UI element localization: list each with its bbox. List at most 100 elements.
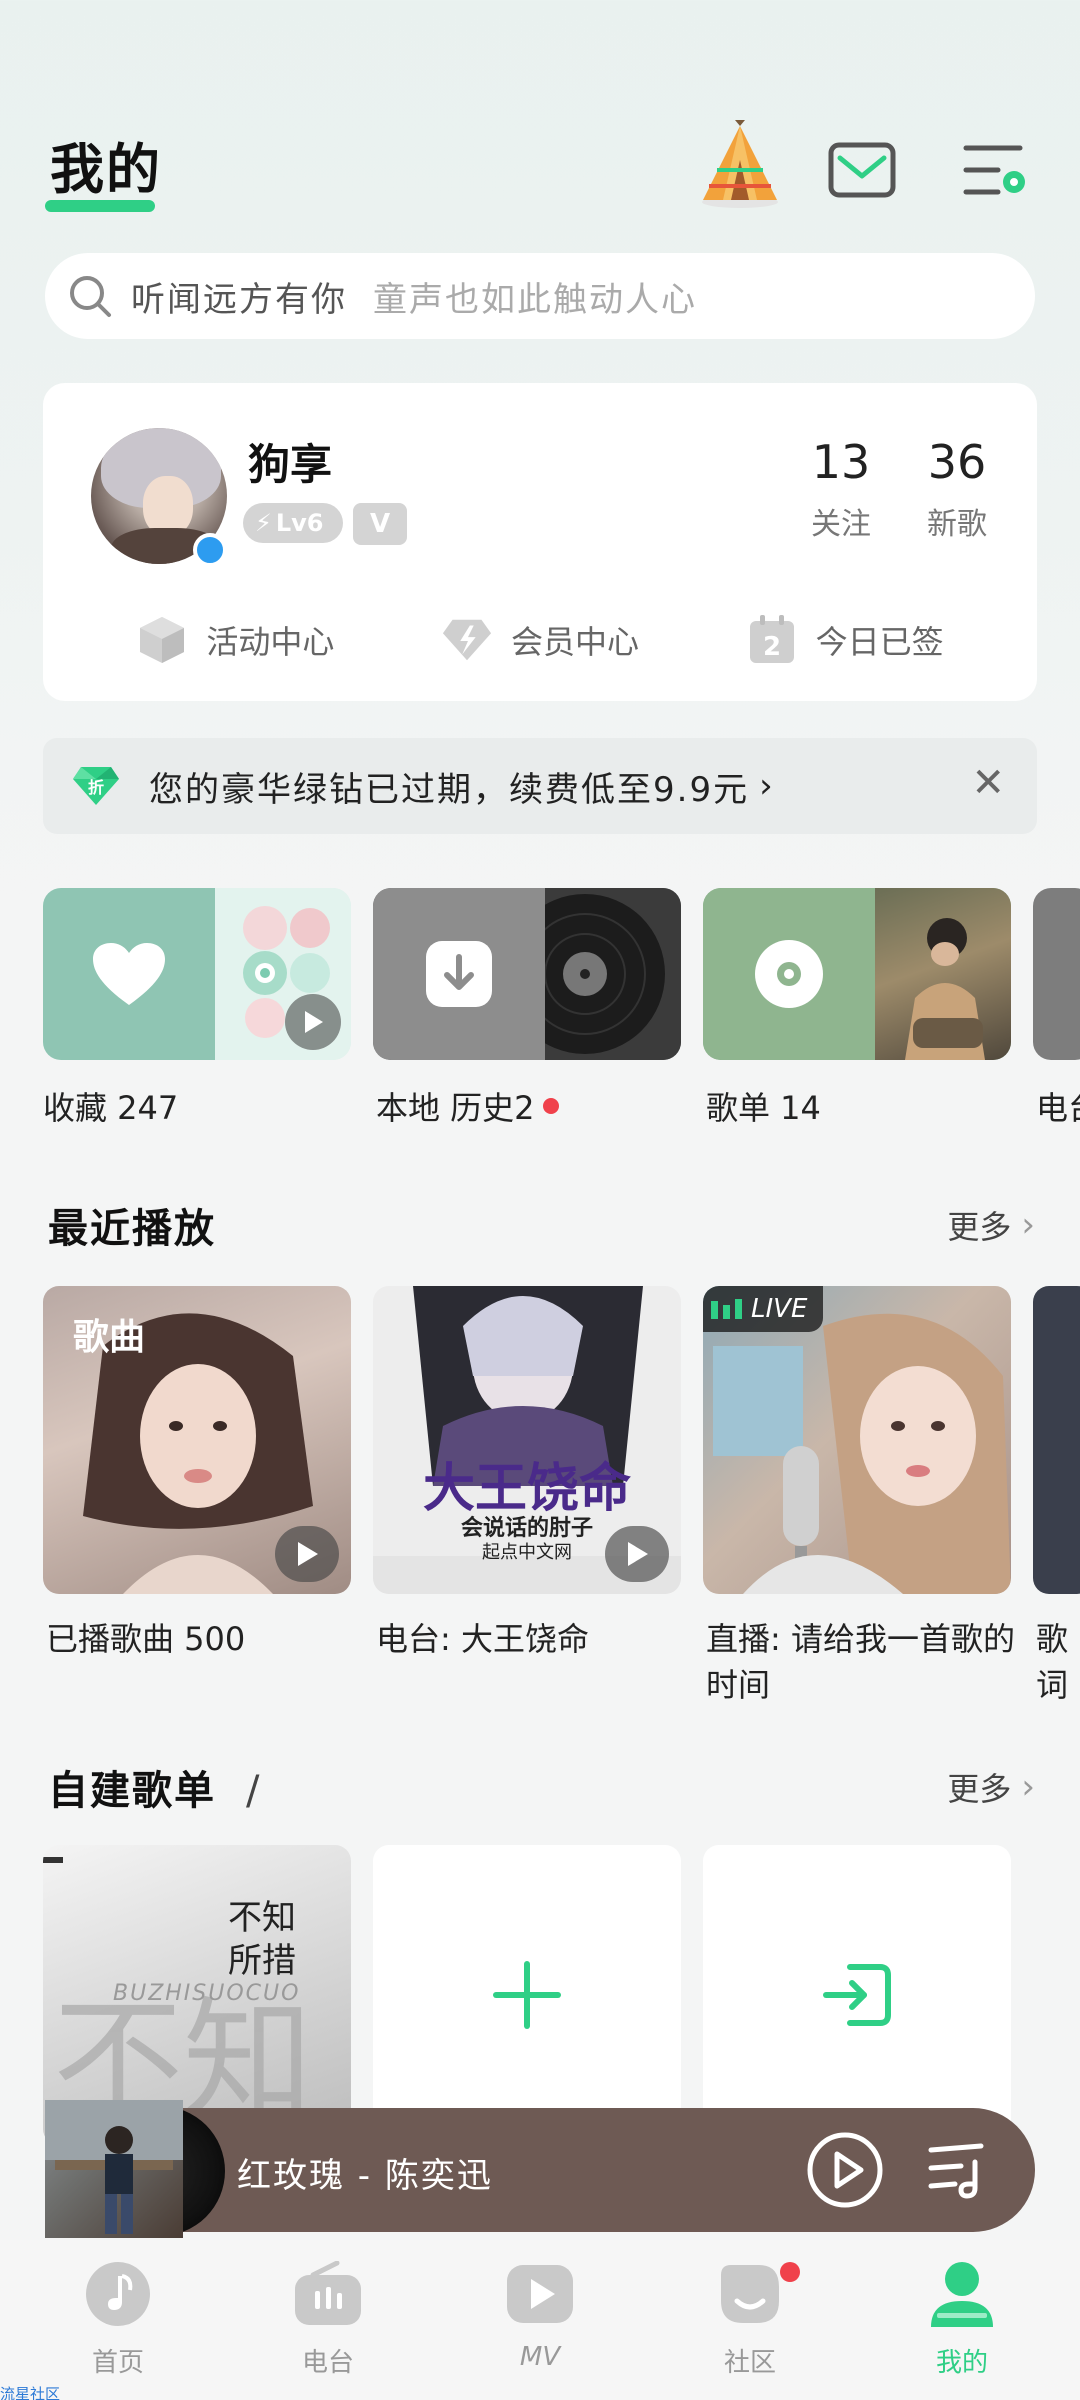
now-playing-cover[interactable] [45, 2100, 225, 2238]
playlists-section-title: 自建歌单 / [48, 1768, 262, 1814]
follow-count: 13 [811, 435, 871, 489]
live-badge: LIVE [703, 1286, 823, 1332]
playlists-tile[interactable] [703, 888, 1011, 1060]
mail-icon[interactable] [822, 130, 902, 210]
recent-caption-songs: 已播歌曲 500 [46, 1620, 246, 1658]
playlist-queue-button[interactable] [925, 2138, 989, 2202]
chevron-right-icon: › [759, 766, 773, 806]
play-icon[interactable] [605, 1526, 669, 1582]
recent-card-lyrics[interactable] [1033, 1286, 1080, 1594]
activity-center-button[interactable]: 活动中心 [136, 614, 334, 666]
tent-icon[interactable] [695, 120, 785, 210]
vip-badge[interactable]: V [353, 503, 407, 545]
follow-label: 关注 [811, 507, 871, 542]
favorites-label: 收藏 247 [43, 1089, 179, 1127]
chevron-right-icon: › [1021, 1767, 1035, 1807]
search-placeholder-main: 听闻远方有你 [131, 279, 347, 320]
nav-mv[interactable]: MV [470, 2258, 610, 2372]
radio-label: 电台 [1036, 1089, 1080, 1127]
green-diamond-icon: 折 [73, 767, 119, 805]
bottom-nav: 首页 电台 MV 社区 我的 [0, 2240, 1080, 2400]
new-songs-count: 36 [927, 435, 987, 489]
nav-home[interactable]: 首页 [48, 2258, 188, 2379]
avatar-badge [193, 533, 227, 567]
playlists-label: 歌单 14 [706, 1089, 821, 1127]
calendar-day: 2 [763, 632, 781, 662]
title-underline [45, 200, 155, 212]
play-circle-icon [807, 2132, 883, 2208]
profile-actions: 活动中心 会员中心 2 今日已签 [43, 605, 1037, 675]
recent-caption-lyrics: 歌词 [1036, 1620, 1069, 1704]
profile-card: 狗享 ⚡ Lv6 V 13 关注 36 新歌 活动中心 会员中心 2 今日已签 [43, 383, 1037, 701]
song-tag: 歌曲 [73, 1317, 146, 1358]
cover-title-line2: 所措 [228, 1941, 296, 1981]
queue-icon [928, 2143, 984, 2199]
vip-center-button[interactable]: 会员中心 [441, 614, 639, 666]
nav-mv-label: MV [519, 2342, 561, 2372]
recent-section-title: 最近播放 [48, 1206, 216, 1252]
import-icon [823, 1964, 891, 2026]
page-title: 我的 [50, 138, 162, 201]
recent-card-live[interactable]: LIVE [703, 1286, 1011, 1594]
search-placeholder-sub: 童声也如此触动人心 [373, 279, 697, 320]
vip-expired-banner[interactable]: 折 您的豪华绿钻已过期，续费低至9.9元 › ✕ [43, 738, 1037, 834]
local-history-label: 本地 历史2 [376, 1083, 559, 1129]
community-watermark-text: 流星社区 [0, 2385, 61, 2400]
follow-stat[interactable]: 13 关注 [791, 435, 891, 543]
calendar-icon: 2 [746, 614, 798, 666]
vip-banner-text: 您的豪华绿钻已过期，续费低至9.9元 [149, 769, 750, 810]
nav-mine-label: 我的 [935, 2348, 988, 2378]
header: 我的 [0, 0, 1080, 240]
play-icon[interactable] [285, 994, 341, 1050]
nav-radio[interactable]: 电台 [258, 2258, 398, 2379]
nav-home-label: 首页 [91, 2348, 144, 2378]
video-play-icon [504, 2258, 576, 2330]
playlists-more-button[interactable]: 更多 › [947, 1764, 1035, 1810]
notification-dot [542, 1098, 559, 1114]
recent-card-songs[interactable]: 歌曲 [43, 1286, 351, 1594]
search-icon [70, 276, 111, 317]
close-icon[interactable]: ✕ [971, 760, 1005, 806]
cube-icon [136, 614, 188, 666]
play-icon[interactable] [275, 1526, 339, 1582]
plus-icon [493, 1961, 561, 2029]
now-playing-title: 红玫瑰 - 陈奕迅 [237, 2156, 493, 2196]
recent-more-button[interactable]: 更多 › [947, 1202, 1035, 1248]
live-bars-icon [711, 1299, 742, 1319]
mini-player[interactable]: 红玫瑰 - 陈奕迅 [45, 2100, 1035, 2238]
recent-caption-radio: 电台: 大王饶命 [376, 1620, 589, 1658]
new-songs-label: 新歌 [927, 507, 987, 542]
level-text: Lv6 [275, 509, 324, 537]
search-input[interactable]: 听闻远方有你 童声也如此触动人心 [45, 253, 1035, 339]
activity-center-label: 活动中心 [206, 623, 335, 661]
live-label: LIVE [751, 1294, 808, 1324]
discount-mark: 折 [88, 778, 104, 797]
level-badge[interactable]: ⚡ Lv6 [243, 503, 343, 543]
radio-tile[interactable] [1033, 888, 1080, 1060]
favorites-tile[interactable] [43, 888, 351, 1060]
username[interactable]: 狗享 [248, 431, 332, 492]
vip-center-label: 会员中心 [510, 623, 639, 661]
menu-settings-icon[interactable] [955, 130, 1035, 210]
recent-card-radio[interactable]: 大王饶命 会说话的肘子 起点中文网 [373, 1286, 681, 1594]
play-pause-button[interactable] [805, 2130, 885, 2210]
nav-mine[interactable]: 我的 [892, 2258, 1032, 2379]
recent-list: 歌曲 已播歌曲 500 大王饶命 会说话的肘子 起点中文网 电台: 大王饶命 L… [43, 1286, 1080, 1726]
diamond-lightning-icon [441, 614, 493, 666]
community-icon [714, 2258, 786, 2330]
download-icon [426, 941, 492, 1007]
local-history-tile[interactable] [373, 888, 681, 1060]
import-playlist-button[interactable] [703, 1845, 1011, 2145]
checkin-button[interactable]: 2 今日已签 [746, 614, 944, 666]
person-icon [926, 2258, 998, 2330]
nav-radio-label: 电台 [301, 2348, 354, 2378]
checkin-label: 今日已签 [815, 623, 944, 661]
lightning-icon: ⚡ [255, 509, 272, 537]
community-notification-dot [780, 2262, 800, 2282]
cover-title-line1: 不知 [228, 1898, 296, 1938]
create-playlist-button[interactable] [373, 1845, 681, 2145]
quick-tiles: 收藏 247 本地 历史2 歌单 14 电 [43, 888, 1080, 1138]
radio-icon [292, 2258, 364, 2330]
new-songs-stat[interactable]: 36 新歌 [907, 435, 1007, 543]
nav-community[interactable]: 社区 [680, 2258, 820, 2379]
